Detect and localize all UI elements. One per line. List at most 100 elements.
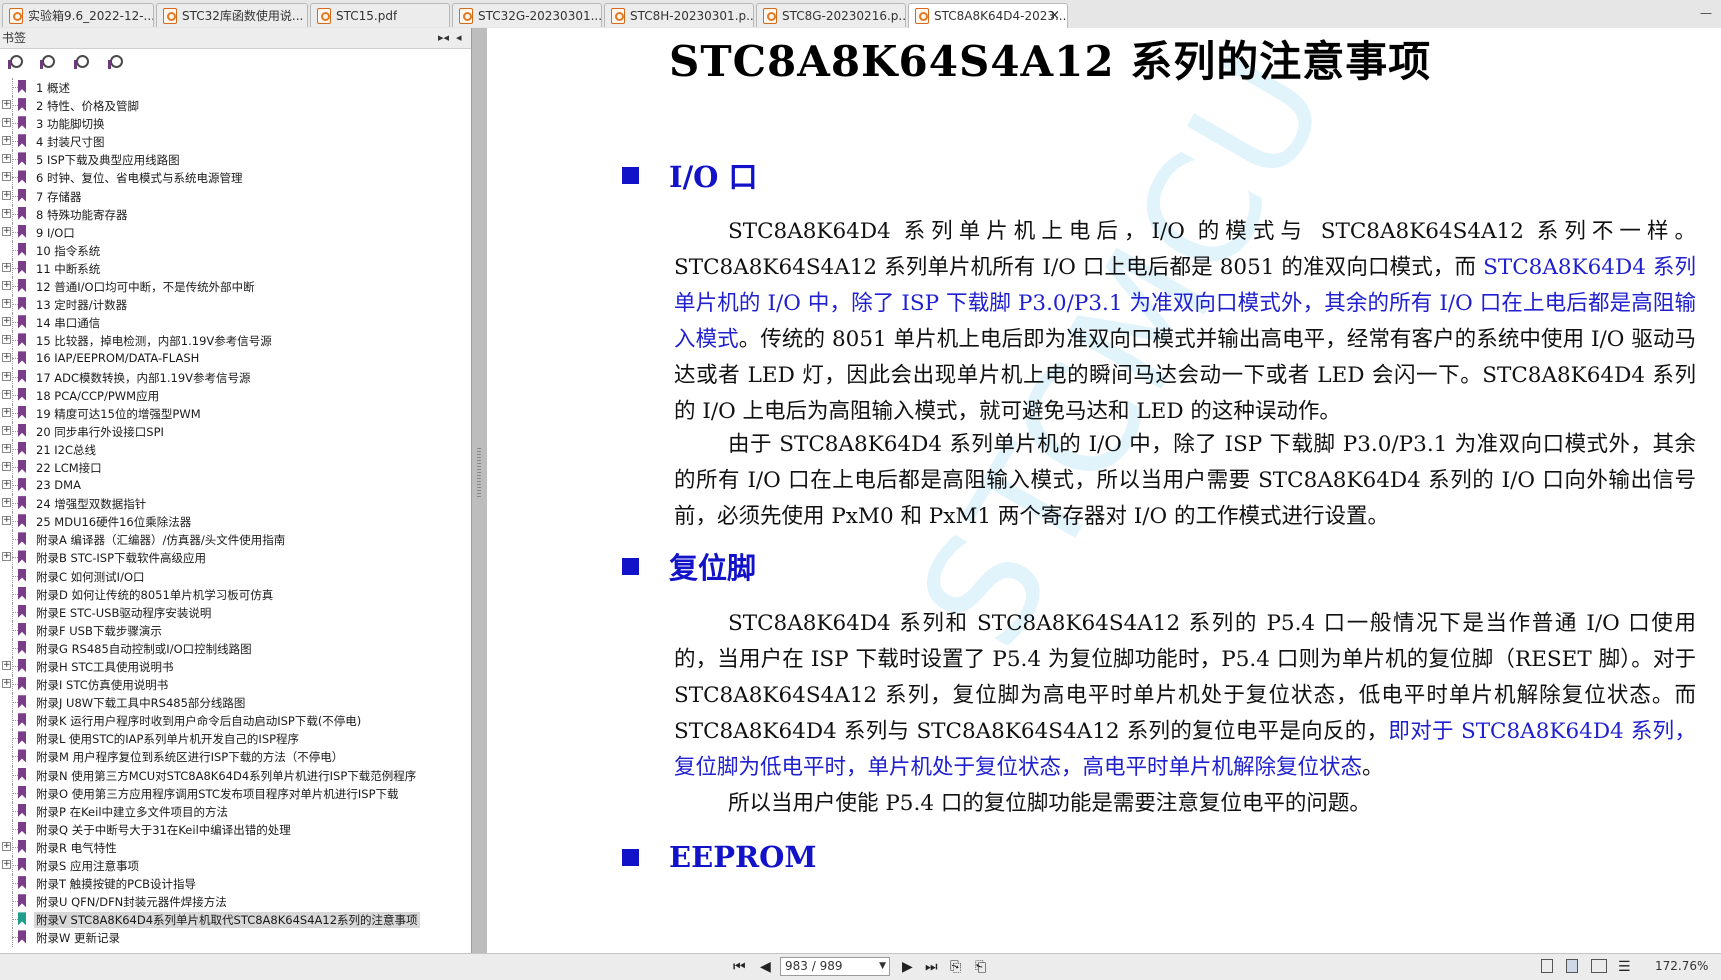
zoom-level[interactable]: 172.76% — [1655, 959, 1708, 973]
bookmark-item[interactable]: +25 MDU16硬件16位乘除法器 — [0, 512, 470, 531]
expand-icon[interactable]: + — [2, 299, 11, 309]
bookmark-item[interactable]: + 附录I STC仿真使用说明书 — [0, 675, 470, 694]
expand-icon[interactable]: + — [2, 335, 11, 345]
splitter-grip[interactable] — [477, 448, 481, 498]
bookmark-item[interactable]: 附录N 使用第三方MCU对STC8A8K64D4系列单片机进行ISP下载范例程序 — [0, 765, 470, 784]
bookmark-item[interactable]: 附录W 更新记录 — [0, 928, 470, 947]
expand-icon[interactable]: + — [2, 860, 11, 870]
bookmark-item[interactable]: +5 ISP下载及典型应用线路图 — [0, 150, 470, 169]
bookmark-find-icon[interactable] — [108, 55, 123, 69]
paste-page-icon[interactable]: ⎗ — [975, 959, 986, 975]
bookmark-item[interactable]: + 附录R 电气特性 — [0, 837, 470, 857]
bookmark-item[interactable]: 10 指令系统 — [0, 240, 470, 259]
expand-icon[interactable]: + — [2, 353, 11, 363]
bookmark-item[interactable]: + 附录B STC-ISP下载软件高级应用 — [0, 548, 470, 567]
bookmark-item[interactable]: 附录V STC8A8K64D4系列单片机取代STC8A8K64S4A12系列的注… — [0, 910, 470, 929]
prev-page-icon[interactable]: ◀ — [760, 959, 771, 975]
expand-icon[interactable]: + — [2, 208, 11, 218]
first-page-icon[interactable]: ⏮ — [733, 959, 746, 975]
expand-icon[interactable]: + — [2, 100, 11, 110]
expand-icon[interactable]: + — [2, 841, 11, 851]
bookmark-item[interactable]: +20 同步串行外设接口SPI — [0, 421, 470, 440]
bookmark-item[interactable]: +14 串口通信 — [0, 313, 470, 332]
bookmark-item[interactable]: + 附录H STC工具使用说明书 — [0, 657, 470, 676]
expand-icon[interactable]: + — [2, 281, 11, 291]
bookmark-item[interactable]: 附录M 用户程序复位到系统区进行ISP下载的方法（不停电） — [0, 747, 470, 766]
bookmark-item[interactable]: 附录C 如何测试I/O口 — [0, 566, 470, 585]
bookmark-item[interactable]: 附录Q 关于中断号大于31在Keil中编译出错的处理 — [0, 819, 470, 838]
bookmark-item[interactable]: 1 概述 — [0, 78, 470, 97]
bookmark-item[interactable]: 附录G RS485自动控制或I/O口控制线路图 — [0, 638, 470, 657]
document-view[interactable]: STCMCU STC8A8K64S4A12 系列的注意事项 I/O 口 STC8… — [487, 28, 1721, 953]
tab[interactable]: STC8H-20230301.p... — [604, 3, 754, 27]
bookmark-item[interactable]: 附录U QFN/DFN封装元器件焊接方法 — [0, 892, 470, 911]
expand-icon[interactable]: + — [2, 480, 11, 490]
bookmark-item[interactable]: 附录T 触摸按键的PCB设计指导 — [0, 874, 470, 893]
bookmark-item[interactable]: 附录J U8W下载工具中RS485部分线路图 — [0, 693, 470, 712]
bookmark-collapse-icon[interactable] — [40, 55, 55, 69]
bookmark-item[interactable]: +8 特殊功能寄存器 — [0, 204, 470, 223]
next-page-icon[interactable]: ▶ — [902, 959, 913, 975]
bookmark-expand-icon[interactable] — [8, 55, 23, 69]
book-view-icon[interactable]: ☰ — [1618, 959, 1631, 975]
expand-icon[interactable]: + — [2, 371, 11, 381]
bookmark-item[interactable]: 附录O 使用第三方应用程序调用STC发布项目程序对单片机进行ISP下载 — [0, 783, 470, 802]
single-page-view-icon[interactable] — [1541, 959, 1553, 973]
expand-icon[interactable]: + — [2, 679, 11, 689]
bookmark-item[interactable]: 附录A 编译器（汇编器）/仿真器/头文件使用指南 — [0, 530, 470, 549]
bookmark-item[interactable]: 附录K 运行用户程序时收到用户命令后自动启动ISP下载(不停电) — [0, 711, 470, 730]
bookmark-item[interactable]: +24 增强型双数据指针 — [0, 494, 470, 513]
copy-page-icon[interactable]: ⎘ — [950, 959, 961, 975]
bookmark-item[interactable]: +7 存储器 — [0, 186, 470, 205]
expand-icon[interactable]: + — [2, 461, 11, 471]
bookmark-item[interactable]: +9 I/O口 — [0, 222, 470, 241]
bookmark-item[interactable]: 附录D 如何让传统的8051单片机学习板可仿真 — [0, 584, 470, 603]
expand-icon[interactable]: + — [2, 226, 11, 236]
expand-icon[interactable]: + — [2, 425, 11, 435]
bookmark-item[interactable]: 附录E STC-USB驱动程序安装说明 — [0, 602, 470, 621]
pane-collapse-icon[interactable]: ◂ — [456, 28, 462, 48]
bookmark-item[interactable]: +6 时钟、复位、省电模式与系统电源管理 — [0, 168, 470, 187]
expand-icon[interactable]: + — [2, 443, 11, 453]
expand-icon[interactable]: + — [2, 661, 11, 670]
expand-icon[interactable]: + — [2, 136, 11, 146]
tab[interactable]: STC15.pdf — [310, 3, 450, 27]
tab[interactable]: STC32G-20230301.... — [452, 3, 602, 27]
last-page-icon[interactable]: ⏭ — [925, 959, 938, 975]
bookmark-item[interactable]: +16 IAP/EEPROM/DATA-FLASH — [0, 349, 470, 368]
tab[interactable]: STC32库函数使用说... — [156, 3, 308, 27]
tab[interactable]: STC8G-20230216.p... — [756, 3, 906, 27]
expand-icon[interactable]: + — [2, 262, 11, 272]
pane-options-icon[interactable]: ▸◂ — [438, 28, 449, 48]
expand-icon[interactable]: + — [2, 118, 11, 128]
bookmark-item[interactable]: +19 精度可达15位的增强型PWM — [0, 403, 470, 422]
bookmark-item[interactable]: +21 I2C总线 — [0, 439, 470, 458]
expand-icon[interactable]: + — [2, 154, 11, 164]
tab[interactable]: STC8A8K64D4-2023... × — [908, 3, 1068, 28]
bookmark-item[interactable]: +22 LCM接口 — [0, 457, 470, 477]
bookmark-item[interactable]: +17 ADC模数转换，内部1.19V参考信号源 — [0, 367, 470, 386]
bookmark-item[interactable]: +18 PCA/CCP/PWM应用 — [0, 385, 470, 404]
bookmark-add-icon[interactable] — [74, 55, 89, 69]
expand-icon[interactable]: + — [2, 172, 11, 182]
bookmark-item[interactable]: +13 定时器/计数器 — [0, 295, 470, 314]
expand-icon[interactable]: + — [2, 498, 11, 508]
bookmark-item[interactable]: +2 特性、价格及管脚 — [0, 96, 470, 115]
expand-icon[interactable]: + — [2, 516, 11, 526]
close-icon[interactable]: × — [1049, 8, 1060, 23]
expand-icon[interactable]: + — [2, 317, 11, 327]
bookmark-item[interactable]: +4 封装尺寸图 — [0, 132, 470, 151]
expand-icon[interactable]: + — [2, 389, 11, 399]
page-number-field[interactable]: 983 / 989 ▼ — [780, 957, 890, 976]
expand-icon[interactable]: + — [2, 407, 11, 417]
tab[interactable]: 实验箱9.6_2022-12-... — [2, 3, 154, 27]
bookmark-item[interactable]: + 附录S 应用注意事项 — [0, 856, 470, 875]
continuous-view-icon[interactable] — [1566, 959, 1578, 973]
minimize-icon[interactable]: — — [1700, 6, 1712, 20]
bookmark-item[interactable]: +23 DMA — [0, 476, 470, 495]
pane-splitter[interactable] — [471, 28, 488, 953]
bookmark-item[interactable]: +11 中断系统 — [0, 258, 470, 278]
expand-icon[interactable]: + — [2, 552, 11, 562]
bookmark-item[interactable]: 附录L 使用STC的IAP系列单片机开发自己的ISP程序 — [0, 729, 470, 748]
expand-icon[interactable]: + — [2, 190, 11, 200]
